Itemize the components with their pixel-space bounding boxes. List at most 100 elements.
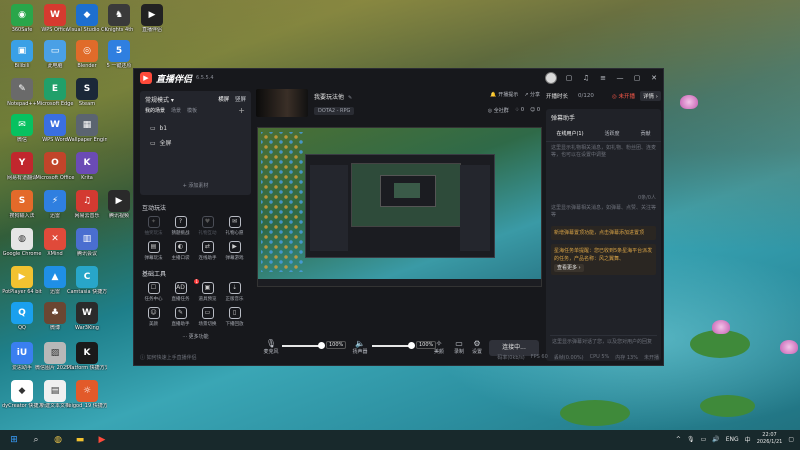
shortcut-icon: ▶ — [141, 4, 163, 26]
danmu-message-hint: 这里显示弹幕相关消息，如弹幕、点赞、关注等等 — [551, 205, 657, 218]
close-icon[interactable]: ✕ — [649, 73, 659, 83]
windows-start-icon[interactable]: ⊞ — [6, 432, 22, 448]
mic-volume-slider[interactable] — [282, 342, 325, 349]
tab-scenes[interactable]: 场景 — [171, 107, 181, 114]
add-source-button[interactable]: + 添加素材 — [140, 182, 251, 189]
volume-icon[interactable]: 🔊 — [712, 436, 719, 443]
live-preview[interactable] — [257, 127, 542, 287]
message-icon[interactable]: ▢ — [564, 73, 574, 83]
menu-icon[interactable]: ≡ — [598, 73, 608, 83]
mode-selector[interactable]: 常规模式 ▾ — [145, 95, 174, 104]
tab-templates[interactable]: 模板 — [187, 107, 197, 114]
desktop-shortcut[interactable]: ☼leigod_19 快捷方式 — [67, 380, 107, 409]
speaker-volume-knob[interactable] — [408, 342, 415, 349]
tool-item[interactable]: ✎ 直播助手 — [167, 307, 194, 327]
minimize-icon[interactable]: — — [615, 73, 625, 83]
mic-tray-icon[interactable]: 🎙 — [687, 436, 695, 443]
category-tag[interactable]: DOTA2 - RPG — [314, 107, 355, 115]
mic-volume-value[interactable]: 100% — [326, 341, 347, 349]
community-stat[interactable]: ◎ 全社群 — [488, 107, 509, 114]
notify-button[interactable]: 🔔 开播提示 — [490, 91, 518, 98]
notice-top[interactable]: 新增弹幕置顶功能，点击弹幕添加进置顶 — [551, 226, 656, 240]
tool-item[interactable]: ⇣ 正版音乐 — [221, 282, 248, 302]
desktop-shortcut[interactable]: ▥ 腾讯会议 — [67, 228, 107, 257]
tool-item[interactable]: ? 猜题挑战 — [167, 216, 194, 236]
mic-control[interactable]: 🎙 麦克风 — [260, 339, 282, 355]
speaker-volume-slider[interactable] — [372, 342, 415, 349]
search-icon[interactable]: ⌕ — [28, 432, 44, 448]
shortcut-icon: ✉ — [11, 114, 33, 136]
shortcut-icon: ◎ — [76, 40, 98, 62]
tool-item[interactable]: ▭ 场景切换 — [194, 307, 221, 327]
portrait-button[interactable]: 竖屏 — [235, 97, 246, 103]
help-link[interactable]: ⓘ 如何快速上手直播伴侣 — [140, 354, 197, 361]
tool-icon: ✉ — [228, 216, 241, 228]
left-panel: 常规模式 ▾ 横屏 竖屏 我的场景 场景 模板 + ▭ b1 ▭ 全屏 + 添加… — [140, 91, 251, 361]
view-more-button[interactable]: 查看更多 › — [554, 264, 584, 272]
settings-button[interactable]: ⚙ 设置 — [470, 339, 484, 355]
scene-item[interactable]: ▭ b1 — [150, 125, 167, 132]
speaker-icon: 🔈 — [355, 339, 365, 348]
scene-item[interactable]: ▭ 全屏 — [150, 138, 172, 147]
notification-icon[interactable]: ▢ — [788, 436, 794, 443]
desktop-shortcut[interactable]: CCamtasia 快捷方式 — [67, 266, 107, 295]
desktop-shortcut[interactable]: S Steam — [67, 78, 107, 107]
speaker-control[interactable]: 🔈 扬声器 — [348, 339, 372, 355]
tool-item[interactable]: ▶ 弹幕游戏 — [221, 241, 248, 261]
tool-item[interactable]: ▤ 弹幕玩法 — [140, 241, 167, 261]
tray-overflow-icon[interactable]: ^ — [676, 436, 681, 443]
tool-item[interactable]: ♥ 礼物互动 — [194, 216, 221, 236]
shortcut-icon: ♣ — [44, 302, 66, 324]
danmu-input[interactable]: 这里显示弹幕对话了您，以及您对用户的回复 — [550, 335, 657, 355]
desktop-shortcut[interactable]: 55 一键还原 — [99, 40, 139, 69]
record-button[interactable]: ▭ 录制 — [452, 339, 466, 355]
edit-icon[interactable]: ✎ — [348, 95, 352, 101]
add-scene-button[interactable]: + — [238, 106, 245, 115]
scene-label: b1 — [159, 125, 168, 132]
desktop-shortcut[interactable]: W War3King — [67, 302, 107, 331]
preview-desktop-icons — [261, 132, 303, 272]
maximize-icon[interactable]: ▢ — [632, 73, 642, 83]
tool-icon: ▤ — [147, 241, 160, 253]
desktop-shortcut[interactable]: ▦ Wallpaper Engine — [67, 114, 107, 143]
desktop-shortcut[interactable]: K Platform 快捷方式 — [67, 342, 107, 371]
desktop-shortcut[interactable]: ▶ 直播伴侣 — [132, 4, 172, 33]
headset-icon[interactable]: ♫ — [581, 73, 591, 83]
tool-item[interactable]: ⇄ 连线助手 — [194, 241, 221, 261]
tab-activity[interactable]: 活跃度 — [605, 130, 620, 137]
tool-label: 礼物互动 — [198, 231, 217, 236]
livestream-taskbar-icon[interactable]: ▶ — [94, 432, 110, 448]
tab-contribution[interactable]: 贡献 — [640, 130, 650, 137]
effects-button[interactable]: ✧ 美颜 — [432, 339, 446, 355]
tool-icon: ✎ — [174, 307, 187, 319]
tool-item[interactable]: ✉ 礼物心愿 — [221, 216, 248, 236]
tool-item[interactable]: 1 AD 直播任务 — [167, 279, 199, 302]
live-title[interactable]: 我要玩法他 — [314, 94, 344, 101]
preview-right-panel — [460, 165, 490, 251]
explorer-taskbar-icon[interactable]: ▬ — [72, 432, 88, 448]
tool-icon: ☐ — [147, 282, 160, 294]
tool-icon: ⇄ — [201, 241, 214, 253]
language-indicator[interactable]: ENG — [726, 436, 739, 443]
clock[interactable]: 22:07 2026/1/21 — [757, 432, 783, 446]
tool-item[interactable]: ☺ 美颜 — [140, 307, 167, 327]
desktop-shortcut[interactable]: K Krita — [67, 152, 107, 181]
network-icon[interactable]: ▭ — [701, 436, 707, 443]
tool-item[interactable]: ☐ 任务中心 — [140, 282, 167, 302]
avatar[interactable] — [545, 72, 557, 84]
ime-icon[interactable]: 中 — [745, 435, 751, 444]
detail-button[interactable]: 详情 › — [640, 91, 661, 101]
tool-item[interactable]: ◐ 主播口袋 — [167, 241, 194, 261]
landscape-button[interactable]: 横屏 — [218, 97, 229, 103]
live-cover-thumbnail[interactable] — [256, 89, 308, 117]
tool-item[interactable]: ✦ 抽奖玩法 — [140, 216, 167, 236]
tool-item[interactable]: ▯ 下播回放 — [221, 307, 248, 327]
more-features-button[interactable]: ··· 更多功能 — [140, 333, 251, 340]
notice-task[interactable]: 星海任务单提醒：您已收到5条星海平台派发的任务，产品名称：风之翼舞、 查看更多 … — [551, 244, 656, 275]
share-button[interactable]: ↗ 分享 — [524, 91, 540, 98]
tab-online-users[interactable]: 在线用户(1) — [556, 130, 583, 137]
mic-volume-knob[interactable] — [318, 342, 325, 349]
tool-item[interactable]: ▣ 道具预览 — [194, 282, 221, 302]
chrome-taskbar-icon[interactable]: ◍ — [50, 432, 66, 448]
tab-my-scenes[interactable]: 我的场景 — [145, 107, 165, 114]
